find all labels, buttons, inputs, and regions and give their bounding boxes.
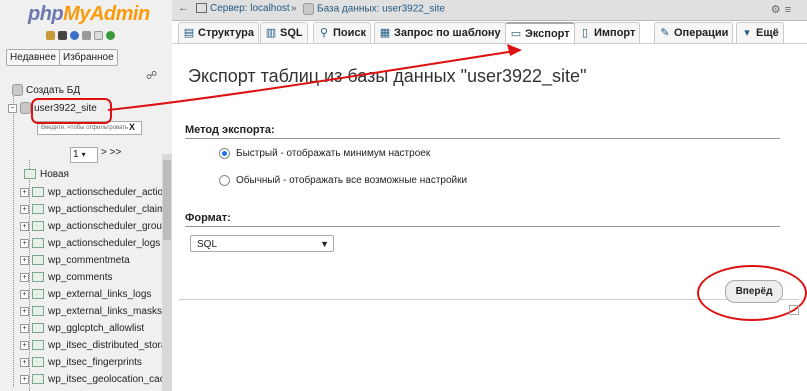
annotation-arrow: [107, 44, 522, 111]
